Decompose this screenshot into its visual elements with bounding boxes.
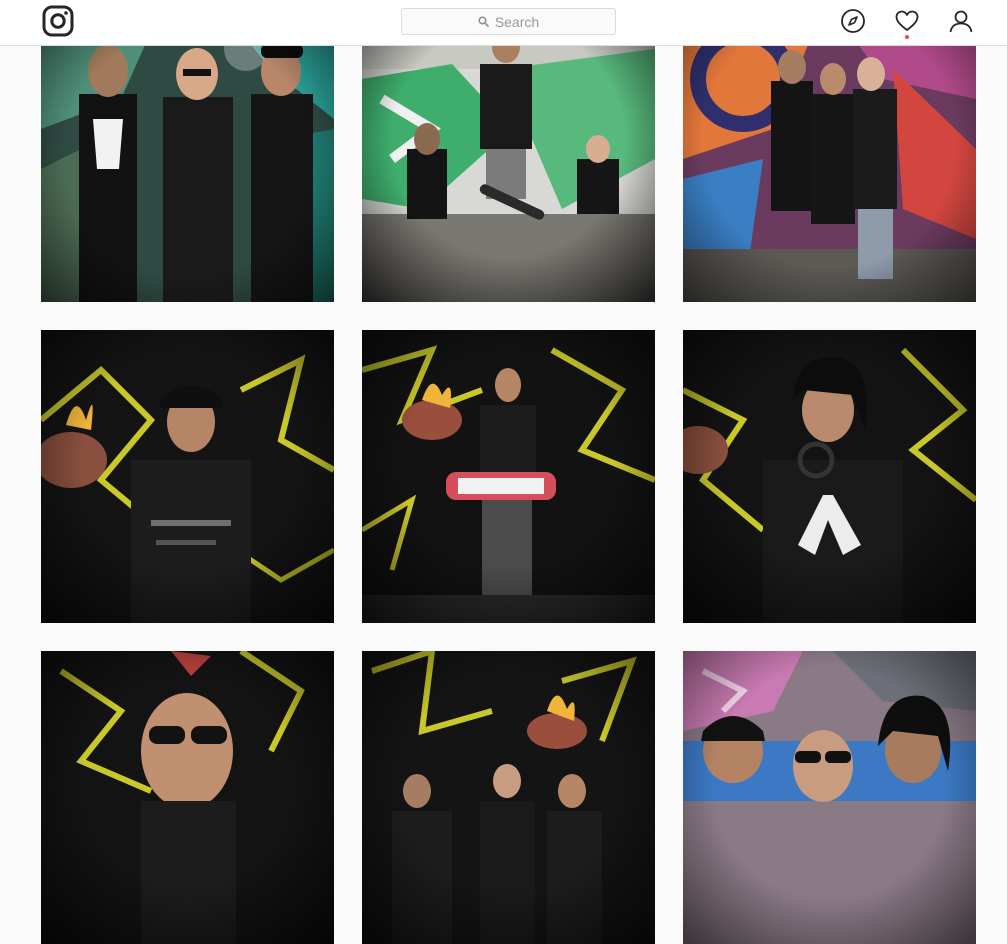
post-image [683,9,976,302]
post-tile[interactable] [683,9,976,302]
post-tile[interactable] [362,651,655,944]
post-image [41,330,334,623]
post-tile[interactable] [683,651,976,944]
compass-icon[interactable] [840,8,866,34]
post-grid [41,9,976,944]
instagram-logo-icon[interactable] [42,5,74,37]
search-input[interactable]: Search [401,8,616,35]
post-image [362,651,655,944]
search-placeholder: Search [494,13,540,30]
post-image [41,651,334,944]
post-tile[interactable] [41,330,334,623]
notification-dot [905,35,909,39]
post-tile[interactable] [41,651,334,944]
heart-icon[interactable] [894,8,920,34]
top-navigation-bar: Search [0,0,1007,46]
post-image [362,9,655,302]
post-image [41,9,334,302]
post-tile[interactable] [362,9,655,302]
user-icon[interactable] [948,8,974,34]
search-icon [478,16,489,27]
post-image [362,330,655,623]
post-tile[interactable] [362,330,655,623]
post-tile[interactable] [683,330,976,623]
post-image [683,330,976,623]
post-image [683,651,976,944]
post-tile[interactable] [41,9,334,302]
